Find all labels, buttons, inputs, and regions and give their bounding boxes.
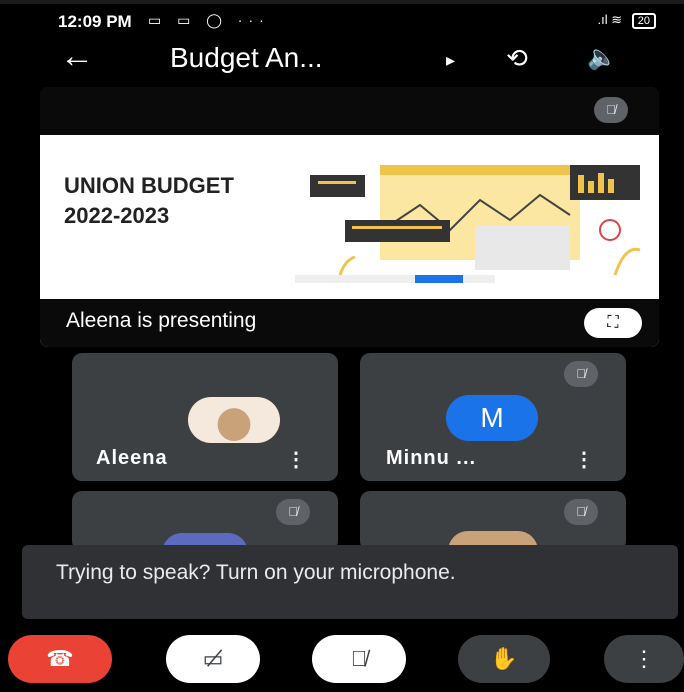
presentation-tile[interactable]: 🎙̸ UNION BUDGET 2022-2023 Aleena is pres…	[40, 87, 659, 347]
battery-icon: 20	[631, 13, 656, 29]
wifi-icon: ≋	[611, 12, 623, 27]
back-arrow-icon[interactable]: ←	[60, 36, 94, 76]
muted-mic-icon: 🎙̸	[564, 361, 598, 387]
participant-name: Minnu ...	[386, 447, 477, 469]
slide-illustration	[295, 165, 641, 283]
status-bar: 12:09 PM ▭ ▭ ◯ ··· .ıl ≋ 20	[0, 0, 684, 38]
mic-reminder-toast: Trying to speak? Turn on your microphone…	[22, 545, 678, 619]
toast-message: Trying to speak? Turn on your microphone…	[56, 561, 456, 584]
more-options-button[interactable]: ⋮	[604, 635, 684, 683]
participant-name: Aleena	[96, 447, 168, 469]
camera-off-icon: ▭̸	[202, 646, 224, 671]
meeting-title[interactable]: Budget An...	[170, 40, 323, 76]
presentation-footer: Aleena is presenting ⛶	[40, 299, 659, 347]
camera-toggle-button[interactable]: ▭̸	[166, 635, 260, 683]
participant-tile-minnu[interactable]: 🎙̸ M Minnu ... ⋮	[360, 353, 626, 481]
hand-icon: ✋	[490, 646, 518, 671]
hang-up-button[interactable]: ☎	[8, 635, 112, 683]
mic-off-icon: 🎙̸	[350, 646, 368, 671]
avatar: M	[446, 395, 538, 441]
presentation-header	[40, 87, 659, 135]
participant-tile[interactable]: 🎙̸	[72, 491, 338, 551]
status-time: 12:09 PM	[58, 12, 132, 31]
more-vert-icon: ⋮	[633, 646, 655, 671]
status-right: .ıl ≋ 20	[597, 12, 656, 29]
slide-title: UNION BUDGET 2022-2023	[64, 173, 234, 228]
speaker-icon[interactable]: 🔈	[580, 40, 624, 76]
meeting-top-bar: ← Budget An... ▸ ⟲ 🔈	[0, 34, 684, 86]
mic-toggle-button[interactable]: 🎙̸	[312, 635, 406, 683]
more-vert-icon[interactable]: ⋮	[286, 447, 306, 472]
fullscreen-icon[interactable]: ⛶	[584, 308, 642, 338]
presenting-label: Aleena is presenting	[66, 309, 257, 332]
muted-mic-icon: 🎙̸	[564, 499, 598, 525]
muted-mic-icon: 🎙̸	[594, 97, 628, 123]
notification-icons: ▭ ▭ ◯ ···	[148, 12, 270, 28]
muted-mic-icon: 🎙̸	[276, 499, 310, 525]
avatar	[188, 397, 280, 443]
raise-hand-button[interactable]: ✋	[458, 635, 550, 683]
switch-camera-icon[interactable]: ⟲	[497, 40, 537, 76]
chevron-right-icon[interactable]: ▸	[446, 42, 455, 78]
participant-tile[interactable]: 🎙̸	[360, 491, 626, 551]
phone-icon: ☎	[46, 646, 74, 671]
call-controls: ☎ ▭̸ 🎙̸ ✋ ⋮	[0, 625, 684, 692]
more-vert-icon[interactable]: ⋮	[574, 447, 594, 472]
signal-icon: .ıl	[597, 12, 608, 27]
participant-tile-aleena[interactable]: Aleena ⋮	[72, 353, 338, 481]
